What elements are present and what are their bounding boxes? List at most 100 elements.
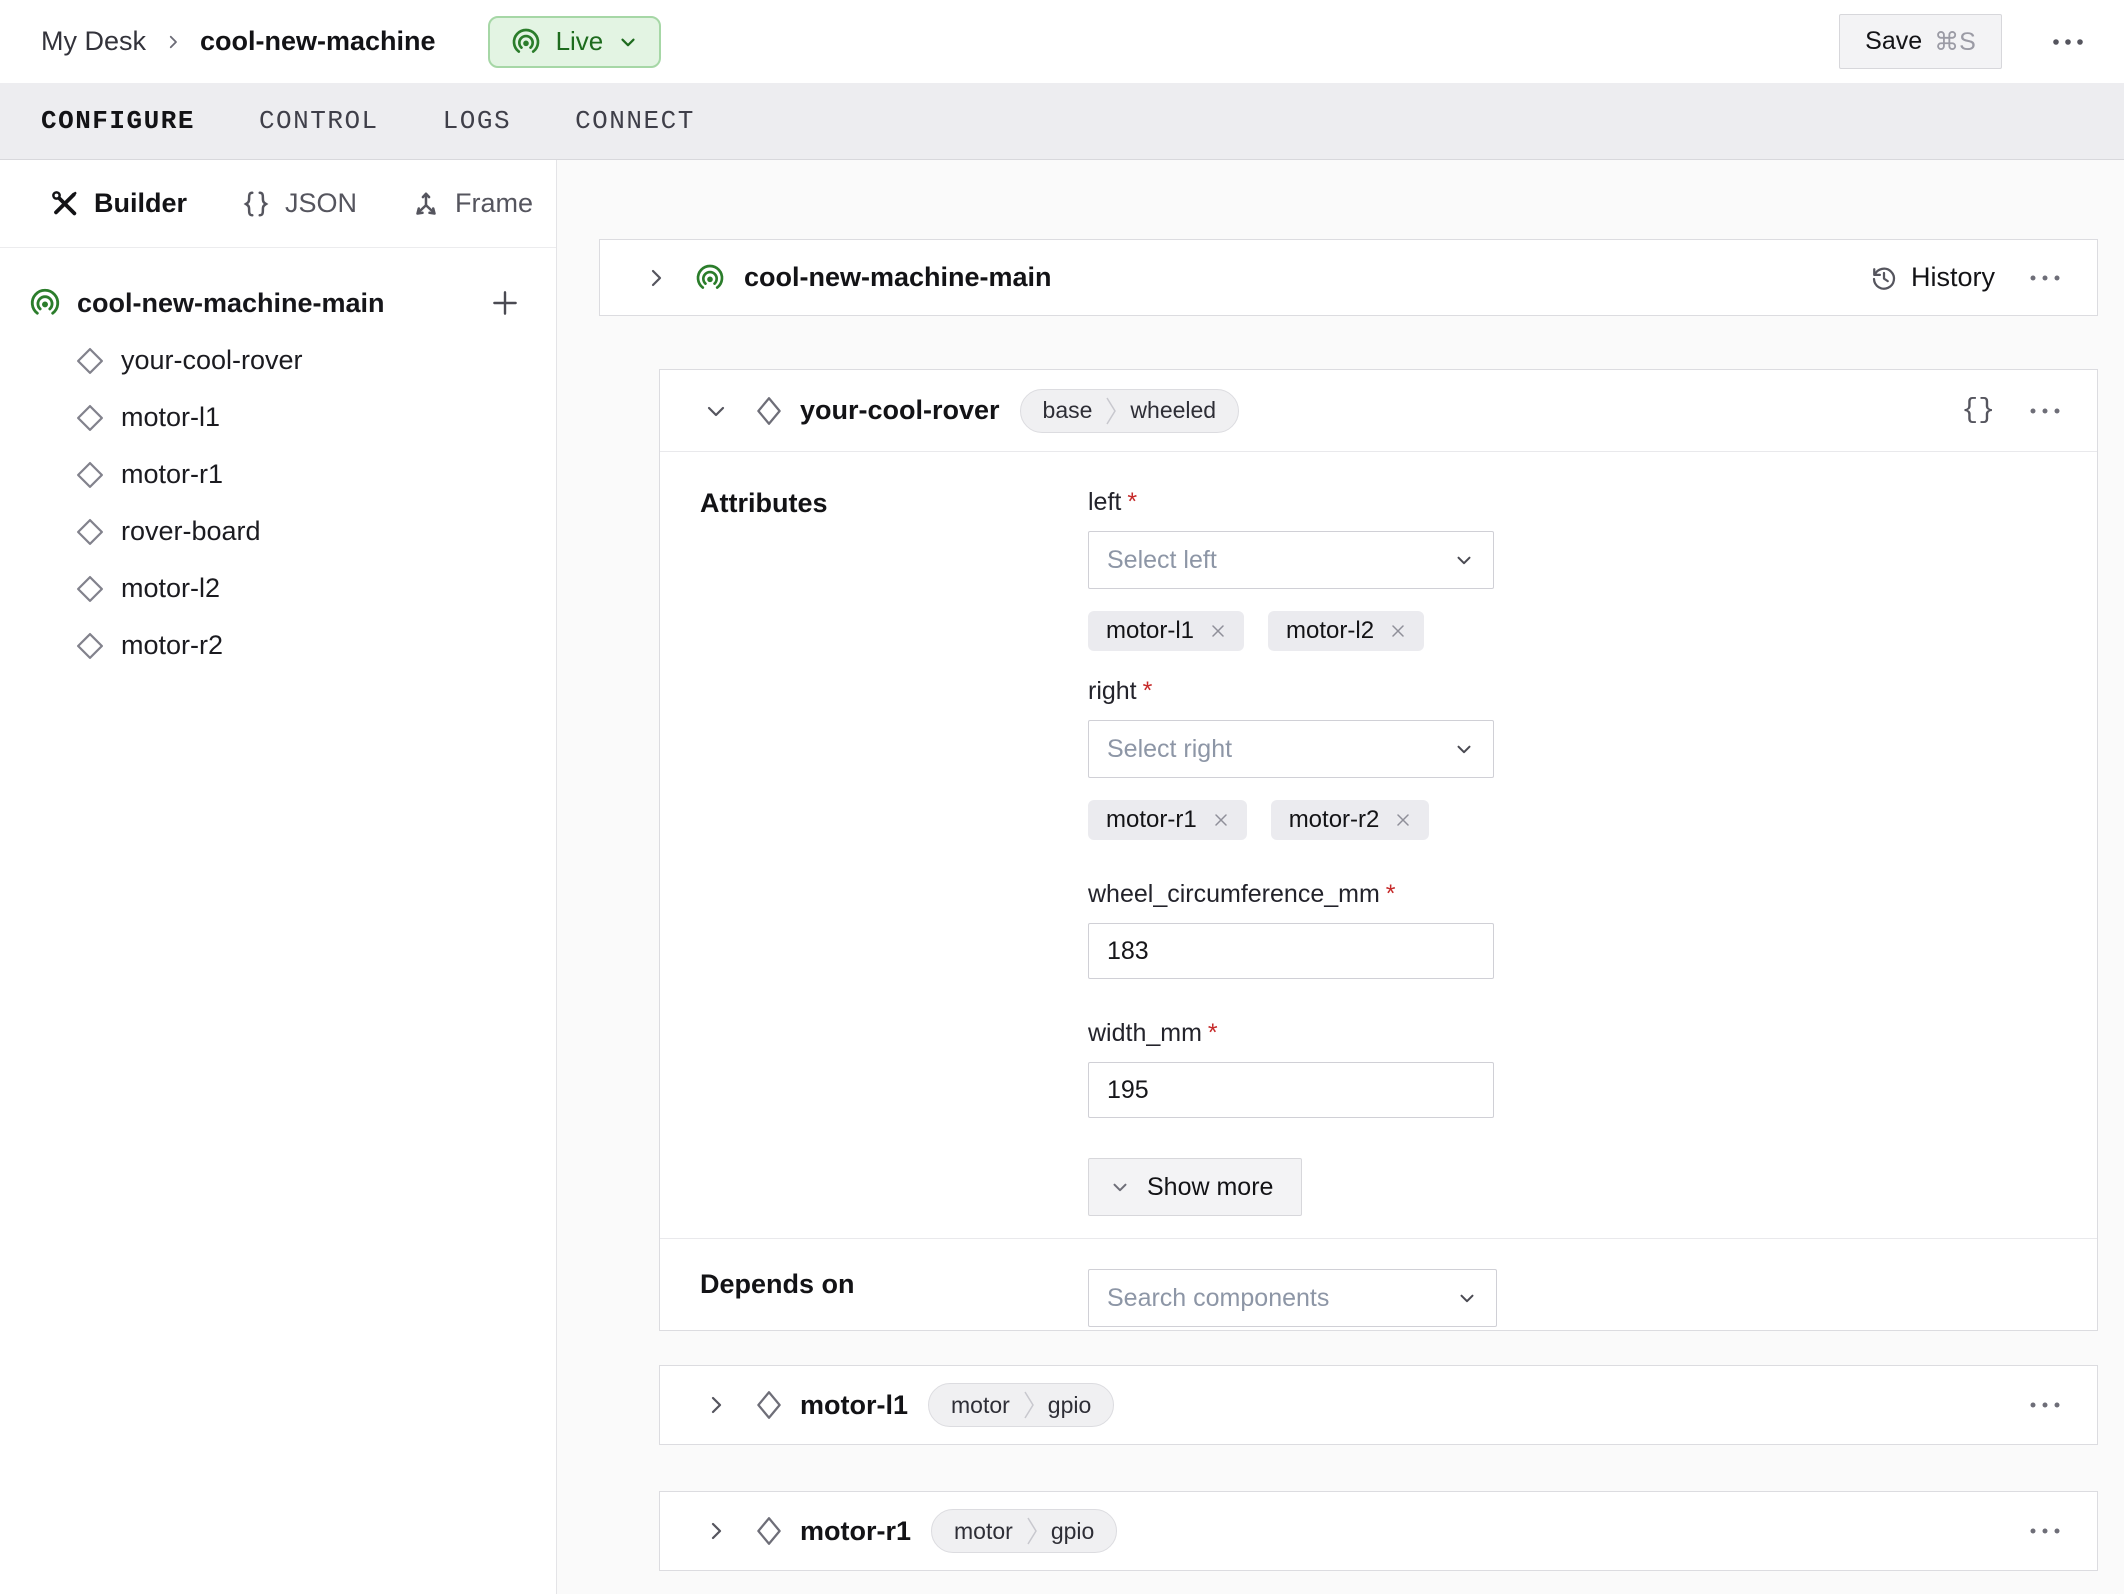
view-frame[interactable]: Frame — [411, 188, 533, 219]
history-icon — [1872, 267, 1896, 290]
expand-component-button[interactable] — [700, 1515, 732, 1547]
component-type-badge: base wheeled — [1019, 388, 1240, 433]
show-more-button[interactable]: Show more — [1088, 1158, 1303, 1216]
field-label-text: wheel_circumference_mm — [1088, 880, 1380, 908]
component-menu-button[interactable] — [2021, 1393, 2069, 1417]
collapse-component-button[interactable] — [700, 395, 732, 427]
tree-item-label: rover-board — [121, 516, 261, 546]
edit-json-button[interactable]: {} — [1961, 395, 1995, 426]
ellipsis-icon — [2030, 408, 2060, 413]
part-title: cool-new-machine-main — [744, 262, 1052, 292]
remove-chip-button[interactable] — [1209, 808, 1233, 832]
rover-component-card: your-cool-rover base wheeled {} Attribut… — [659, 369, 2098, 1331]
component-title: motor-l1 — [800, 1389, 908, 1420]
field-label-text: width_mm — [1088, 1019, 1202, 1047]
chevron-down-icon — [707, 406, 725, 416]
view-frame-label: Frame — [455, 188, 534, 218]
ellipsis-icon — [2030, 275, 2060, 280]
attributes-heading: Attributes — [700, 488, 828, 518]
chevron-right-icon — [711, 1522, 722, 1540]
expand-component-button[interactable] — [700, 1389, 732, 1421]
machine-menu-button[interactable] — [2042, 29, 2094, 55]
machine-part-card: cool-new-machine-main History — [599, 239, 2098, 316]
tree-item-your-cool-rover[interactable]: your-cool-rover — [0, 332, 556, 389]
chevron-down-icon — [1113, 1183, 1127, 1192]
required-asterisk: * — [1385, 880, 1396, 908]
badge-model: wheeled — [1130, 397, 1217, 423]
view-builder[interactable]: Builder — [50, 188, 187, 219]
tab-logs[interactable]: LOGS — [443, 106, 511, 136]
badge-type: motor — [951, 1391, 1010, 1418]
tree-item-motor-r1[interactable]: motor-r1 — [0, 446, 556, 503]
breadcrumb-chevron-icon — [164, 33, 182, 51]
remove-chip-button[interactable] — [1206, 619, 1230, 643]
remove-chip-button[interactable] — [1391, 808, 1415, 832]
badge-model: gpio — [1050, 1517, 1095, 1544]
tree-item-label: motor-r1 — [121, 459, 224, 489]
attributes-section: Attributes left * Select left motor-l1 m… — [660, 452, 2097, 1216]
chip-motor-r1: motor-r1 — [1088, 800, 1247, 840]
chevron-down-icon — [1456, 1287, 1478, 1309]
plus-icon — [493, 291, 517, 315]
remove-chip-button[interactable] — [1386, 619, 1410, 643]
tab-connect[interactable]: CONNECT — [575, 106, 695, 136]
depends-on-placeholder: Search components — [1107, 1283, 1330, 1312]
component-diamond-icon — [77, 461, 103, 488]
field-label-width: width_mm * — [1088, 1019, 1494, 1048]
save-button[interactable]: Save ⌘S — [1839, 14, 2002, 69]
chevron-right-icon — [711, 1396, 722, 1414]
width-input[interactable] — [1088, 1062, 1494, 1118]
add-component-button[interactable] — [484, 282, 526, 324]
live-label: Live — [555, 26, 604, 56]
chip-motor-l1: motor-l1 — [1088, 611, 1245, 651]
component-menu-button[interactable] — [2021, 1519, 2069, 1543]
tab-control[interactable]: CONTROL — [259, 106, 379, 136]
required-asterisk: * — [1127, 488, 1138, 516]
expand-part-button[interactable] — [640, 262, 672, 294]
view-json[interactable]: JSON — [241, 188, 357, 219]
live-status-dropdown[interactable]: Live — [487, 15, 662, 68]
required-asterisk: * — [1142, 677, 1153, 705]
component-title: motor-r1 — [800, 1515, 912, 1546]
depends-on-select[interactable]: Search components — [1088, 1269, 1497, 1327]
part-menu-button[interactable] — [2021, 266, 2069, 290]
history-button[interactable]: History — [1869, 262, 1995, 293]
field-label-wheel-circumference: wheel_circumference_mm * — [1088, 880, 1494, 909]
view-builder-label: Builder — [94, 188, 188, 218]
select-right-placeholder: Select right — [1107, 734, 1233, 763]
tree-item-rover-board[interactable]: rover-board — [0, 503, 556, 560]
history-label: History — [1910, 262, 1995, 292]
tree-item-label: motor-r2 — [121, 630, 224, 660]
component-type-badge: motor gpio — [931, 1509, 1118, 1553]
tree-item-machine-main[interactable]: cool-new-machine-main — [0, 274, 556, 332]
broadcast-icon — [512, 28, 539, 53]
tree-root-label: cool-new-machine-main — [77, 287, 385, 318]
close-icon — [1392, 625, 1404, 637]
close-icon — [1397, 814, 1410, 826]
field-label-right: right * — [1088, 677, 1494, 706]
breadcrumb-root[interactable]: My Desk — [41, 26, 146, 57]
component-diamond-icon — [77, 632, 103, 659]
tree-item-motor-l1[interactable]: motor-l1 — [0, 389, 556, 446]
tab-configure[interactable]: CONFIGURE — [41, 106, 195, 136]
field-label-text: right — [1088, 677, 1137, 705]
depends-on-heading: Depends on — [700, 1269, 855, 1299]
curly-braces-icon — [243, 191, 269, 216]
tree-item-motor-l2[interactable]: motor-l2 — [0, 560, 556, 617]
config-sidebar: Builder JSON Frame cool-new-machine-main… — [0, 160, 557, 1594]
select-left-placeholder: Select left — [1107, 545, 1217, 574]
select-left[interactable]: Select left — [1088, 531, 1494, 589]
component-diamond-icon — [77, 518, 103, 545]
component-diamond-icon — [77, 347, 103, 374]
tab-bar: CONFIGURE CONTROL LOGS CONNECT — [0, 83, 2124, 160]
wheel-circumference-input[interactable] — [1088, 923, 1494, 979]
chip-motor-r2: motor-r2 — [1270, 800, 1430, 840]
select-right[interactable]: Select right — [1088, 720, 1494, 778]
depends-on-section: Depends on Search components — [660, 1238, 2097, 1327]
tree-item-motor-r2[interactable]: motor-r2 — [0, 617, 556, 674]
breadcrumb-current: cool-new-machine — [200, 26, 436, 56]
component-menu-button[interactable] — [2021, 399, 2069, 423]
chip-label: motor-l2 — [1286, 617, 1375, 644]
field-label-text: left — [1088, 488, 1122, 516]
component-diamond-icon — [757, 1391, 781, 1419]
